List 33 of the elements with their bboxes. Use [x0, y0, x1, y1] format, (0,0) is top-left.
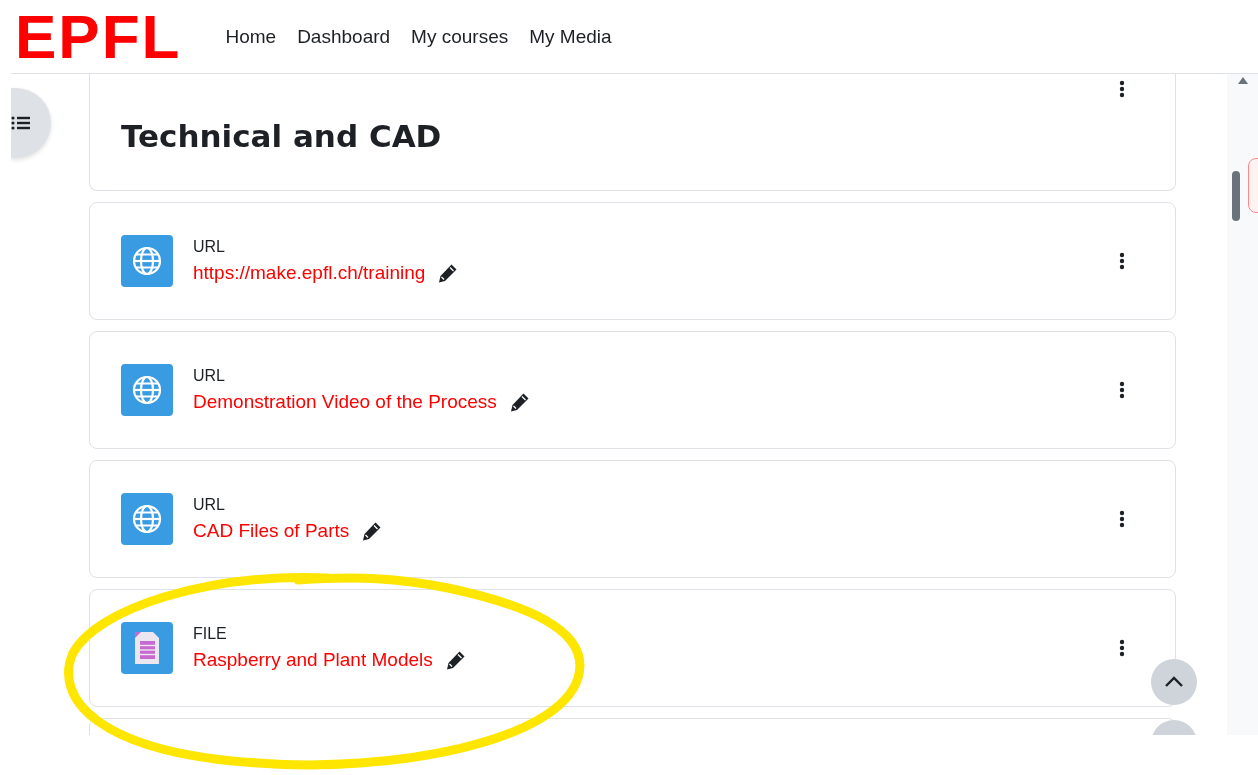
activity-link[interactable]: CAD Files of Parts	[193, 520, 350, 542]
globe-icon	[121, 364, 173, 416]
more-menu-icon[interactable]	[1117, 637, 1127, 659]
back-to-top-button[interactable]	[1151, 659, 1197, 705]
activity-type: URL	[193, 367, 226, 385]
globe-icon	[121, 235, 173, 287]
pencil-icon[interactable]	[445, 650, 466, 670]
list-icon	[11, 115, 31, 131]
activity-link[interactable]: Raspberry and Plant Models	[193, 649, 433, 671]
nav-link[interactable]: My courses	[411, 25, 509, 48]
course-index-toggle[interactable]	[11, 88, 51, 158]
pencil-icon[interactable]	[438, 263, 459, 283]
chevron-up-icon	[1164, 676, 1184, 688]
more-menu-icon[interactable]	[1117, 379, 1127, 401]
document-icon	[121, 622, 173, 674]
activity-link[interactable]: Demonstration Video of the Process	[193, 391, 497, 413]
section-title: Technical and CAD	[121, 117, 442, 154]
nav-link[interactable]: Dashboard	[297, 25, 391, 48]
activity-type: FILE	[193, 625, 228, 643]
activity-type: URL	[193, 238, 226, 256]
nav-link[interactable]: My Media	[529, 25, 612, 48]
scroll-up-icon[interactable]	[1237, 77, 1248, 84]
logo[interactable]: EPFL	[15, 5, 182, 68]
more-menu-icon[interactable]	[1117, 250, 1127, 272]
more-menu-icon[interactable]	[1117, 508, 1127, 530]
more-menu-icon[interactable]	[1117, 78, 1127, 100]
nav-link[interactable]: Home	[225, 25, 277, 48]
globe-icon	[121, 493, 173, 545]
activity-type: URL	[193, 496, 226, 514]
scroll-thumb[interactable]	[1231, 171, 1240, 221]
pencil-icon[interactable]	[509, 392, 530, 412]
activity-link[interactable]: https://make.epfl.ch/training	[193, 262, 426, 284]
pencil-icon[interactable]	[362, 521, 383, 541]
